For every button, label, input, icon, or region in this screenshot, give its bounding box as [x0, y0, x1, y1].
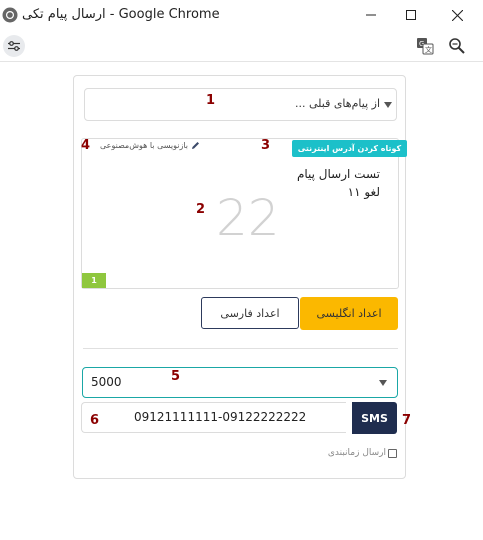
- site-info-button[interactable]: [3, 35, 25, 57]
- maximize-button[interactable]: [392, 0, 430, 30]
- ai-rewrite-label: بازنویسی با هوش‌مصنوعی: [100, 141, 188, 150]
- maximize-icon: [406, 10, 416, 20]
- previous-messages-select[interactable]: از پیام‌های قبلی ...: [84, 88, 397, 121]
- url-field[interactable]: [30, 40, 322, 53]
- marker-4: 4: [81, 138, 91, 153]
- marker-5: 5: [171, 369, 181, 384]
- receiver-input[interactable]: 09121111111-09122222222: [81, 402, 346, 433]
- translate-icon[interactable]: G 文: [416, 37, 434, 55]
- char-count: 22: [216, 189, 280, 247]
- scheduled-send-label: ارسال زمانبندی: [327, 448, 386, 458]
- send-form-card: از پیام‌های قبلی ... 1 کوتاه کردن آدرس ا…: [73, 75, 411, 479]
- previous-messages-placeholder: از پیام‌های قبلی ...: [294, 97, 380, 110]
- english-digits-button[interactable]: اعداد انگلیسی: [300, 297, 398, 330]
- message-textarea[interactable]: کوتاه کردن آدرس اینترنتی بازنویسی با هوش…: [81, 138, 407, 289]
- message-line-1: تست ارسال پیام: [296, 167, 380, 181]
- close-icon: [451, 9, 463, 21]
- marker-6: 6: [90, 413, 100, 428]
- close-button[interactable]: [438, 0, 476, 30]
- chevron-down-icon: [384, 102, 392, 108]
- chrome-logo-icon: [2, 7, 18, 23]
- marker-2: 2: [196, 202, 206, 217]
- marker-7: 7: [402, 413, 412, 428]
- divider: [83, 348, 398, 349]
- pencil-icon: [192, 142, 199, 149]
- persian-digits-button[interactable]: اعداد فارسی: [201, 297, 299, 329]
- ai-rewrite-button[interactable]: بازنویسی با هوش‌مصنوعی: [100, 141, 200, 150]
- sender-line-value: 5000‏: [91, 375, 122, 389]
- receiver-value: 09121111111-09122222222: [134, 410, 307, 424]
- scheduled-send-option[interactable]: ارسال زمانبندی: [328, 448, 397, 458]
- scheduled-send-checkbox[interactable]: [388, 448, 397, 458]
- minimize-icon: [366, 14, 376, 16]
- sender-line-select[interactable]: 5000‏: [82, 367, 398, 398]
- svg-text:文: 文: [425, 45, 432, 54]
- shorten-url-button[interactable]: کوتاه کردن آدرس اینترنتی: [292, 140, 407, 157]
- marker-3: 3: [261, 138, 271, 153]
- window-titlebar: ارسال پیام تکی - Google Chrome: [0, 0, 483, 30]
- sms-type-badge[interactable]: SMS: [352, 402, 397, 434]
- window-title: ارسال پیام تکی - Google Chrome: [22, 7, 220, 22]
- marker-1: 1: [206, 93, 216, 108]
- address-bar: G 文: [0, 30, 483, 62]
- sms-count-badge: 1: [82, 273, 106, 288]
- chevron-down-icon: [379, 380, 387, 386]
- minimize-button[interactable]: [352, 0, 390, 30]
- tune-icon: [8, 41, 20, 51]
- zoom-icon[interactable]: [448, 37, 466, 55]
